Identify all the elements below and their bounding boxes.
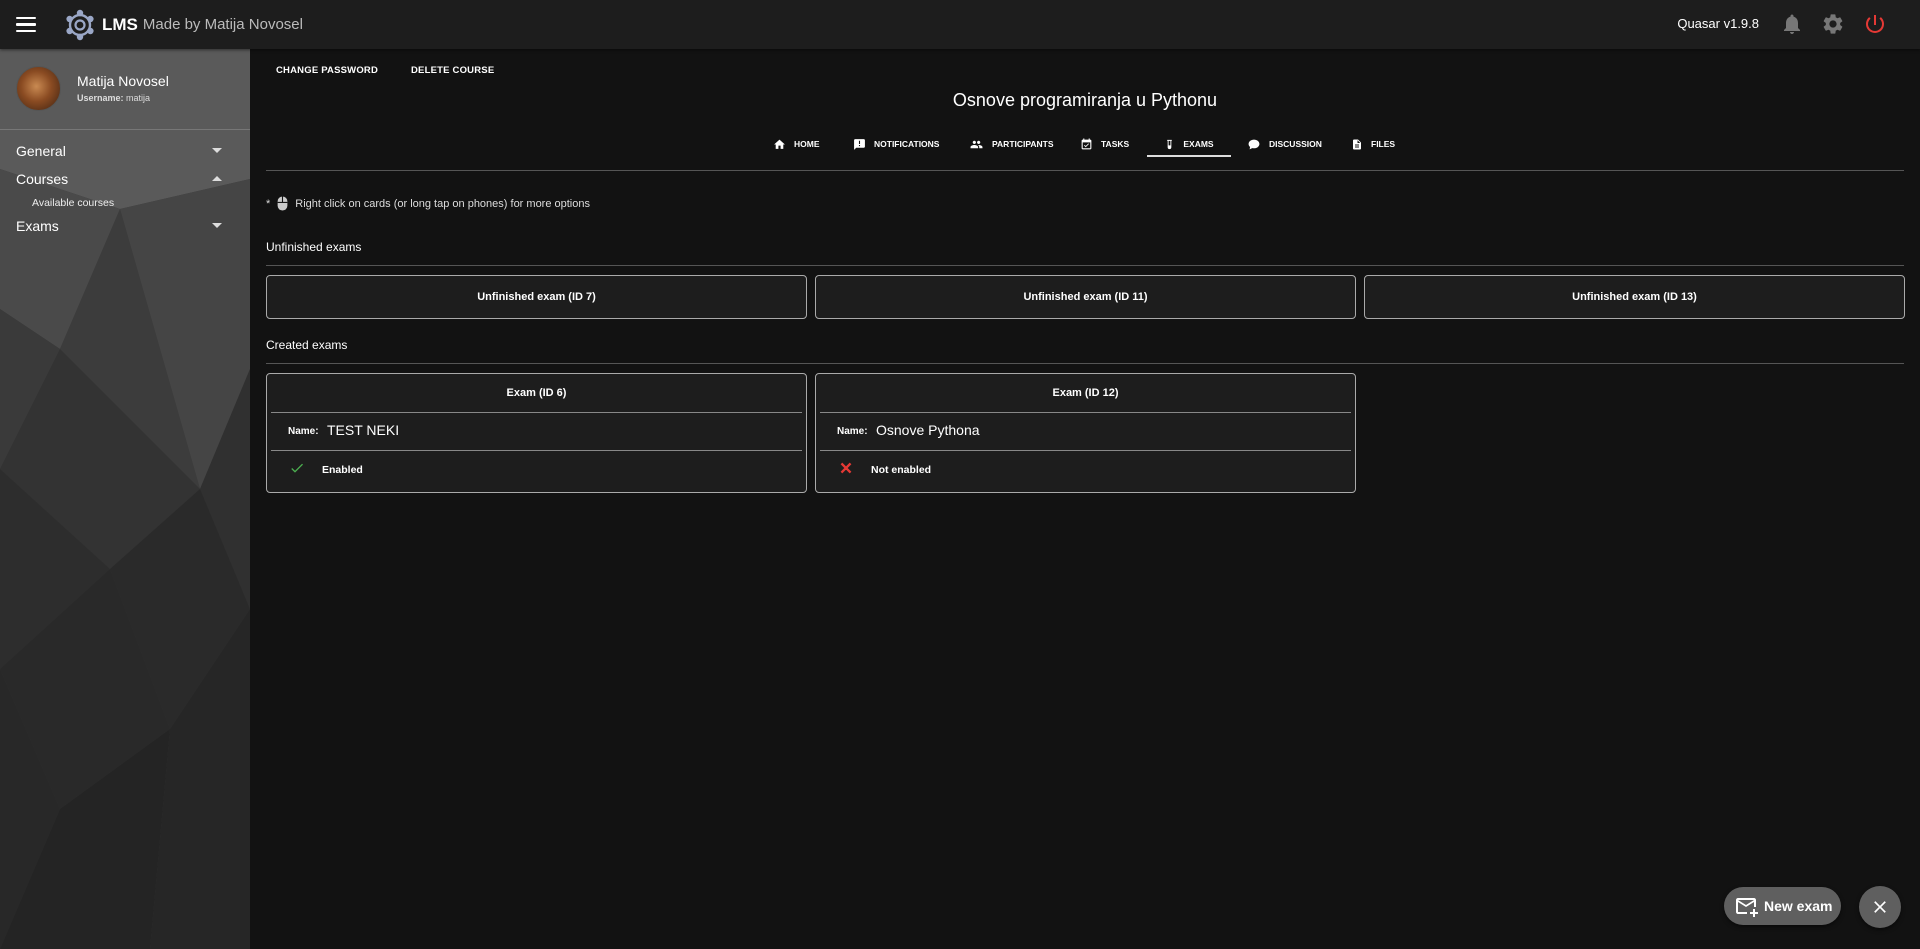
delete-course-button[interactable]: DELETE COURSE: [411, 65, 494, 76]
sidebar: Matija Novosel Username: matija General …: [0, 49, 250, 949]
tab-discussion[interactable]: DISCUSSION: [1247, 127, 1322, 161]
sidebar-item-label: General: [16, 143, 66, 159]
exam-name-value: Osnove Pythona: [876, 422, 980, 438]
hint-prefix: *: [266, 197, 271, 210]
exam-status: Not enabled: [871, 464, 932, 476]
unfinished-exam-card[interactable]: Unfinished exam (ID 13): [1364, 275, 1905, 319]
people-icon: [970, 140, 983, 148]
exam-name-value: TEST NEKI: [327, 422, 400, 438]
hint-text: Right click on cards (or long tap on pho…: [295, 197, 590, 210]
chat-icon: [1248, 139, 1260, 149]
new-exam-label: New exam: [1764, 898, 1833, 914]
context-hint: * Right click on cards (or long tap on p…: [266, 195, 590, 212]
sidebar-item-general[interactable]: General: [16, 143, 236, 159]
unfinished-exam-card[interactable]: Unfinished exam (ID 11): [815, 275, 1356, 319]
profile-username: Username: matija: [77, 93, 150, 103]
announcement-icon: [854, 138, 865, 150]
version-label: Quasar v1.9.8: [1677, 16, 1759, 31]
power-icon[interactable]: [1863, 12, 1887, 36]
tab-tasks[interactable]: TASKS: [1080, 127, 1129, 161]
tab-files[interactable]: FILES: [1351, 127, 1395, 161]
tab-participants[interactable]: PARTICIPANTS: [969, 127, 1054, 161]
close-fab-button[interactable]: [1859, 886, 1901, 928]
settings-icon[interactable]: [1821, 12, 1845, 36]
notifications-icon[interactable]: [1780, 12, 1804, 36]
close-icon: [840, 462, 852, 474]
file-icon: [1353, 139, 1361, 149]
logo-icon: [66, 9, 94, 40]
test-tube-icon: [1167, 139, 1173, 149]
unfinished-divider: [266, 265, 1904, 266]
main-content: CHANGE PASSWORD DELETE COURSE Osnove pro…: [250, 49, 1920, 949]
tab-notifications[interactable]: NOTIFICATIONS: [853, 127, 939, 161]
profile-name: Matija Novosel: [77, 73, 169, 89]
sidebar-item-available-courses[interactable]: Available courses: [32, 197, 114, 209]
avatar[interactable]: [16, 66, 61, 111]
card-divider: [820, 450, 1351, 451]
sidebar-item-exams[interactable]: Exams: [16, 218, 236, 234]
page-title: Osnove programiranja u Pythonu: [952, 90, 1218, 110]
username-value: matija: [126, 93, 151, 103]
calendar-check-icon: [1081, 138, 1092, 149]
app-header: LMS Made by Matija Novosel Quasar v1.9.8: [0, 0, 1920, 49]
new-exam-button[interactable]: New exam: [1724, 887, 1841, 925]
created-exams-title: Created exams: [266, 338, 348, 352]
tabs-divider: [266, 170, 1904, 171]
tab-label: PARTICIPANTS: [992, 139, 1054, 149]
sidebar-item-courses[interactable]: Courses: [16, 171, 236, 187]
tab-label: NOTIFICATIONS: [874, 139, 940, 149]
change-password-button[interactable]: CHANGE PASSWORD: [276, 65, 378, 76]
exam-status: Enabled: [322, 464, 363, 476]
exam-card[interactable]: Exam (ID 6) Name: TEST NEKI Enabled: [266, 373, 807, 493]
app-subtitle: Made by Matija Novosel: [142, 16, 303, 33]
exam-card-title: Exam (ID 12): [1052, 387, 1119, 399]
card-divider: [820, 412, 1351, 413]
card-divider: [271, 412, 802, 413]
chevron-down-icon: [212, 148, 222, 153]
unfinished-exam-card[interactable]: Unfinished exam (ID 7): [266, 275, 807, 319]
sidebar-item-label: Exams: [16, 218, 59, 234]
created-divider: [266, 363, 1904, 364]
course-tabs: HOME NOTIFICATIONS PARTICIPANTS TASKS EX…: [250, 127, 1920, 161]
exam-name-label: Name:: [288, 426, 319, 437]
mail-add-icon: [1736, 898, 1758, 917]
chevron-up-icon: [212, 176, 222, 181]
home-icon: [774, 139, 785, 149]
user-profile: Matija Novosel Username: matija: [0, 49, 250, 130]
menu-icon[interactable]: [16, 12, 42, 38]
tab-label: TASKS: [1101, 139, 1130, 149]
exam-card[interactable]: Exam (ID 12) Name: Osnove Pythona Not en…: [815, 373, 1356, 493]
app-title: LMS: [102, 14, 138, 34]
tab-home[interactable]: HOME: [773, 127, 820, 161]
unfinished-exams-title: Unfinished exams: [266, 240, 362, 254]
tab-exams[interactable]: EXAMS: [1147, 127, 1231, 161]
username-label: Username:: [77, 93, 124, 103]
tab-label: HOME: [794, 139, 820, 149]
chevron-down-icon: [212, 223, 222, 228]
tab-label: EXAMS: [1183, 139, 1214, 149]
exam-name-label: Name:: [837, 426, 868, 437]
tab-label: FILES: [1371, 139, 1396, 149]
mouse-icon: [277, 196, 288, 211]
tab-label: DISCUSSION: [1269, 139, 1322, 149]
card-divider: [271, 450, 802, 451]
close-icon: [1874, 901, 1886, 913]
sidebar-item-label: Courses: [16, 171, 69, 187]
exam-card-title: Exam (ID 6): [506, 387, 567, 399]
check-icon: [291, 463, 303, 473]
